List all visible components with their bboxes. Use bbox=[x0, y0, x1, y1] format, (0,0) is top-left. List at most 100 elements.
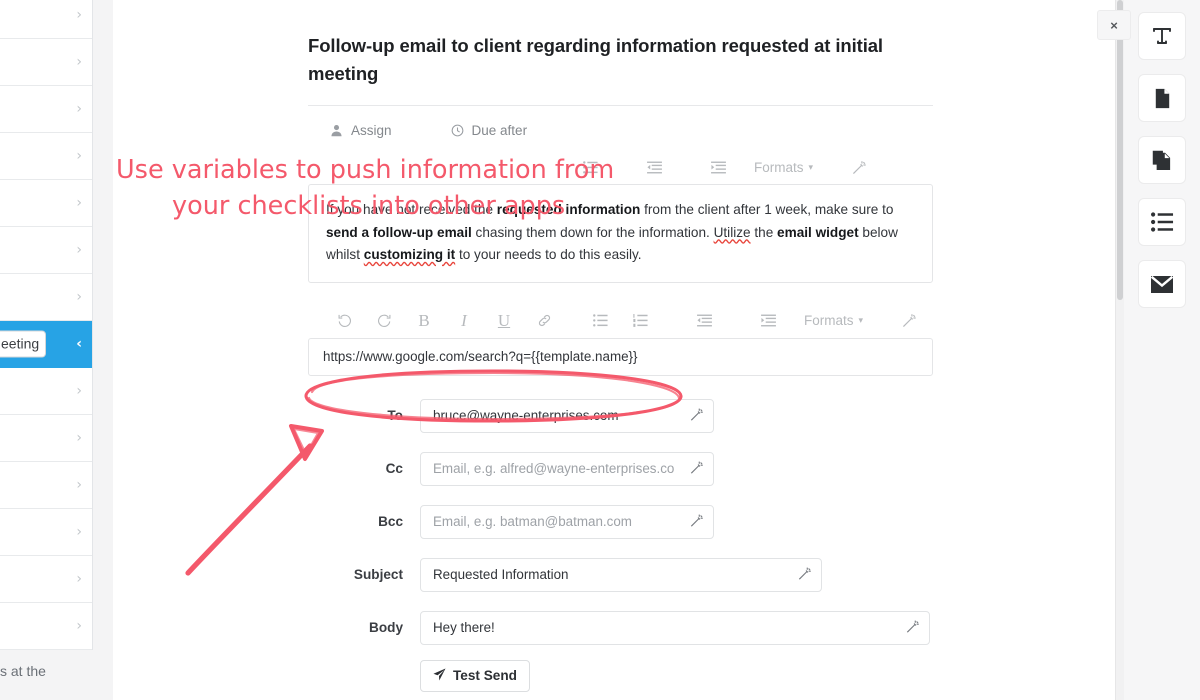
close-button[interactable]: × bbox=[1097, 10, 1131, 40]
files-widget-icon[interactable] bbox=[1138, 136, 1186, 184]
numbered-list-icon[interactable] bbox=[620, 307, 660, 335]
formats-label: Formats bbox=[754, 159, 804, 175]
url-input[interactable]: https://www.google.com/search?q={{templa… bbox=[308, 337, 933, 376]
email-widget-icon[interactable] bbox=[1138, 260, 1186, 308]
field-value: Email, e.g. batman@batman.com bbox=[433, 514, 632, 529]
field-label: Body bbox=[369, 620, 403, 635]
task-detail: Follow-up email to client regarding info… bbox=[308, 0, 933, 692]
list-item[interactable]: › bbox=[0, 509, 92, 556]
magic-wand-icon[interactable] bbox=[889, 307, 929, 335]
sidebar-item-active[interactable]: eeting ‹ bbox=[0, 321, 92, 368]
chevron-right-icon: › bbox=[76, 289, 82, 305]
field-label: Cc bbox=[385, 461, 403, 476]
text-widget-toolbar: Formats ▾ bbox=[308, 150, 933, 184]
list-item[interactable]: › bbox=[0, 0, 92, 39]
bullet-list-icon[interactable] bbox=[570, 153, 610, 181]
text-segment: chasing them down for the information. bbox=[471, 224, 714, 240]
field-label: To bbox=[387, 408, 403, 423]
list-item[interactable]: › bbox=[0, 603, 92, 650]
magic-wand-icon[interactable] bbox=[690, 513, 704, 530]
magic-wand-icon[interactable] bbox=[839, 153, 879, 181]
description-text-box[interactable]: If you have not received the requested i… bbox=[308, 184, 933, 283]
text-segment: If you have not received the bbox=[326, 202, 497, 217]
outdent-icon[interactable] bbox=[684, 307, 724, 335]
list-item[interactable]: › bbox=[0, 462, 92, 509]
formats-dropdown-top[interactable]: Formats ▾ bbox=[738, 160, 817, 175]
redo-icon[interactable] bbox=[364, 307, 404, 335]
clock-icon bbox=[451, 124, 464, 137]
text-segment: email widget bbox=[777, 224, 859, 240]
list-item[interactable]: › bbox=[0, 556, 92, 603]
magic-wand-icon[interactable] bbox=[690, 460, 704, 477]
checklist-task-list: › › › › › › › eeting ‹ › › › › › › bbox=[0, 0, 93, 650]
chevron-right-icon: › bbox=[76, 618, 82, 634]
underline-icon[interactable]: U bbox=[484, 307, 524, 335]
text-segment: Utilize bbox=[713, 224, 751, 240]
bullet-list-icon[interactable] bbox=[580, 307, 620, 335]
text-segment: from the client after 1 week, make sure … bbox=[640, 202, 894, 217]
url-input-value: https://www.google.com/search?q={{templa… bbox=[323, 349, 638, 364]
body-field[interactable]: Hey there! bbox=[420, 610, 930, 645]
italic-icon[interactable]: I bbox=[444, 307, 484, 335]
list-item[interactable]: › bbox=[0, 133, 92, 180]
chevron-right-icon: › bbox=[76, 101, 82, 117]
chevron-right-icon: › bbox=[76, 7, 82, 23]
app-root: › › › › › › › eeting ‹ › › › › › › s at the Follow-up … bbox=[0, 0, 1200, 700]
email-widget-toolbar: B I U Formats ▾ bbox=[308, 304, 933, 338]
chevron-left-icon: ‹ bbox=[76, 336, 82, 352]
left-sidebar: › › › › › › › eeting ‹ › › › › › › s at the bbox=[0, 0, 113, 700]
list-widget-icon[interactable] bbox=[1138, 198, 1186, 246]
chevron-right-icon: › bbox=[76, 54, 82, 70]
text-widget-icon[interactable] bbox=[1138, 12, 1186, 60]
assign-button[interactable]: Assign bbox=[330, 123, 392, 138]
cc-field[interactable]: Email, e.g. alfred@wayne-enterprises.co bbox=[420, 451, 714, 486]
field-value: bruce@wayne-enterprises.com bbox=[433, 408, 619, 423]
main-content-panel: Follow-up email to client regarding info… bbox=[113, 0, 1115, 700]
text-segment: customizing it bbox=[363, 247, 456, 262]
task-meta-row: Assign Due after bbox=[308, 110, 933, 150]
chevron-down-icon: ▾ bbox=[808, 161, 814, 172]
form-row: Body Hey there! bbox=[308, 610, 933, 645]
to-field[interactable]: bruce@wayne-enterprises.com bbox=[420, 398, 714, 433]
title-divider bbox=[308, 105, 933, 106]
link-icon[interactable] bbox=[524, 307, 564, 335]
formats-dropdown-main[interactable]: Formats ▾ bbox=[788, 313, 867, 328]
list-item[interactable]: › bbox=[0, 180, 92, 227]
scrollbar-thumb[interactable] bbox=[1117, 0, 1123, 300]
field-value: Email, e.g. alfred@wayne-enterprises.co bbox=[433, 461, 675, 476]
outdent-icon[interactable] bbox=[634, 153, 674, 181]
text-segment: requested information bbox=[496, 202, 641, 217]
list-item[interactable]: › bbox=[0, 415, 92, 462]
text-segment: send a follow-up email bbox=[326, 224, 472, 240]
chevron-right-icon: › bbox=[76, 430, 82, 446]
form-row: To bruce@wayne-enterprises.com bbox=[308, 398, 933, 433]
bcc-field[interactable]: Email, e.g. batman@batman.com bbox=[420, 504, 714, 539]
undo-icon[interactable] bbox=[324, 307, 364, 335]
file-widget-icon[interactable] bbox=[1138, 74, 1186, 122]
due-after-button[interactable]: Due after bbox=[451, 123, 527, 138]
email-widget-form: To bruce@wayne-enterprises.com Cc Email, e.… bbox=[308, 398, 933, 645]
chevron-right-icon: › bbox=[76, 571, 82, 587]
person-icon bbox=[330, 124, 343, 137]
formats-label: Formats bbox=[804, 313, 854, 328]
vertical-scrollbar[interactable] bbox=[1115, 0, 1124, 700]
magic-wand-icon[interactable] bbox=[690, 407, 704, 424]
list-item[interactable]: › bbox=[0, 368, 92, 415]
sidebar-footer-text: s at the bbox=[0, 663, 46, 679]
list-item[interactable]: › bbox=[0, 39, 92, 86]
test-send-button[interactable]: Test Send bbox=[420, 659, 530, 692]
field-label: Bcc bbox=[378, 514, 403, 529]
list-item[interactable]: › bbox=[0, 86, 92, 133]
list-item[interactable]: › bbox=[0, 227, 92, 274]
chevron-right-icon: › bbox=[76, 242, 82, 258]
indent-icon[interactable] bbox=[748, 307, 788, 335]
indent-icon[interactable] bbox=[698, 153, 738, 181]
magic-wand-icon[interactable] bbox=[906, 619, 920, 636]
chevron-right-icon: › bbox=[76, 383, 82, 399]
magic-wand-icon[interactable] bbox=[798, 566, 812, 583]
subject-field[interactable]: Requested Information bbox=[420, 557, 822, 592]
field-value: Hey there! bbox=[433, 620, 495, 635]
chevron-right-icon: › bbox=[76, 477, 82, 493]
list-item[interactable]: › bbox=[0, 274, 92, 321]
bold-icon[interactable]: B bbox=[404, 307, 444, 335]
